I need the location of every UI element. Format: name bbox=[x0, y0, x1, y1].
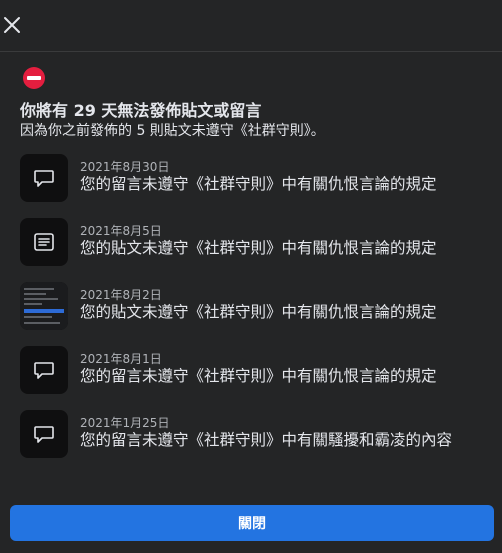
list-item[interactable]: 2021年8月30日 您的留言未遵守《社群守則》中有關仇恨言論的規定 bbox=[0, 150, 502, 210]
close-icon[interactable] bbox=[2, 15, 22, 35]
list-item[interactable]: 2021年8月2日 您的貼文未遵守《社群守則》中有關仇恨言論的規定 bbox=[0, 278, 502, 338]
violation-text: 您的留言未遵守《社群守則》中有關騷擾和霸凌的內容 bbox=[80, 431, 453, 449]
violation-date: 2021年8月2日 bbox=[80, 288, 162, 302]
list-item[interactable]: 2021年8月1日 您的留言未遵守《社群守則》中有關仇恨言論的規定 bbox=[0, 342, 502, 402]
violation-text: 您的留言未遵守《社群守則》中有關仇恨言論的規定 bbox=[80, 367, 437, 385]
restriction-title: 你將有 29 天無法發佈貼文或留言 bbox=[20, 101, 262, 120]
violation-date: 2021年1月25日 bbox=[80, 416, 170, 430]
violation-text: 您的留言未遵守《社群守則》中有關仇恨言論的規定 bbox=[80, 175, 437, 193]
violation-date: 2021年8月5日 bbox=[80, 224, 162, 238]
no-entry-icon bbox=[22, 66, 46, 90]
comment-icon bbox=[20, 154, 68, 202]
list-item[interactable]: 2021年1月25日 您的留言未遵守《社群守則》中有關騷擾和霸凌的內容 bbox=[0, 406, 502, 476]
comment-icon bbox=[20, 410, 68, 458]
comment-icon bbox=[20, 346, 68, 394]
violation-text: 您的貼文未遵守《社群守則》中有關仇恨言論的規定 bbox=[80, 239, 437, 257]
violation-date: 2021年8月30日 bbox=[80, 160, 170, 174]
violation-date: 2021年8月1日 bbox=[80, 352, 162, 366]
screenshot-thumbnail bbox=[20, 282, 68, 330]
violation-text: 您的貼文未遵守《社群守則》中有關仇恨言論的規定 bbox=[80, 303, 437, 321]
list-item[interactable]: 2021年8月5日 您的貼文未遵守《社群守則》中有關仇恨言論的規定 bbox=[0, 214, 502, 274]
post-icon bbox=[20, 218, 68, 266]
restriction-subtitle: 因為你之前發佈的 5 則貼文未遵守《社群守則》。 bbox=[20, 123, 325, 139]
close-button[interactable]: 關閉 bbox=[10, 505, 494, 541]
dialog-header bbox=[0, 0, 502, 52]
